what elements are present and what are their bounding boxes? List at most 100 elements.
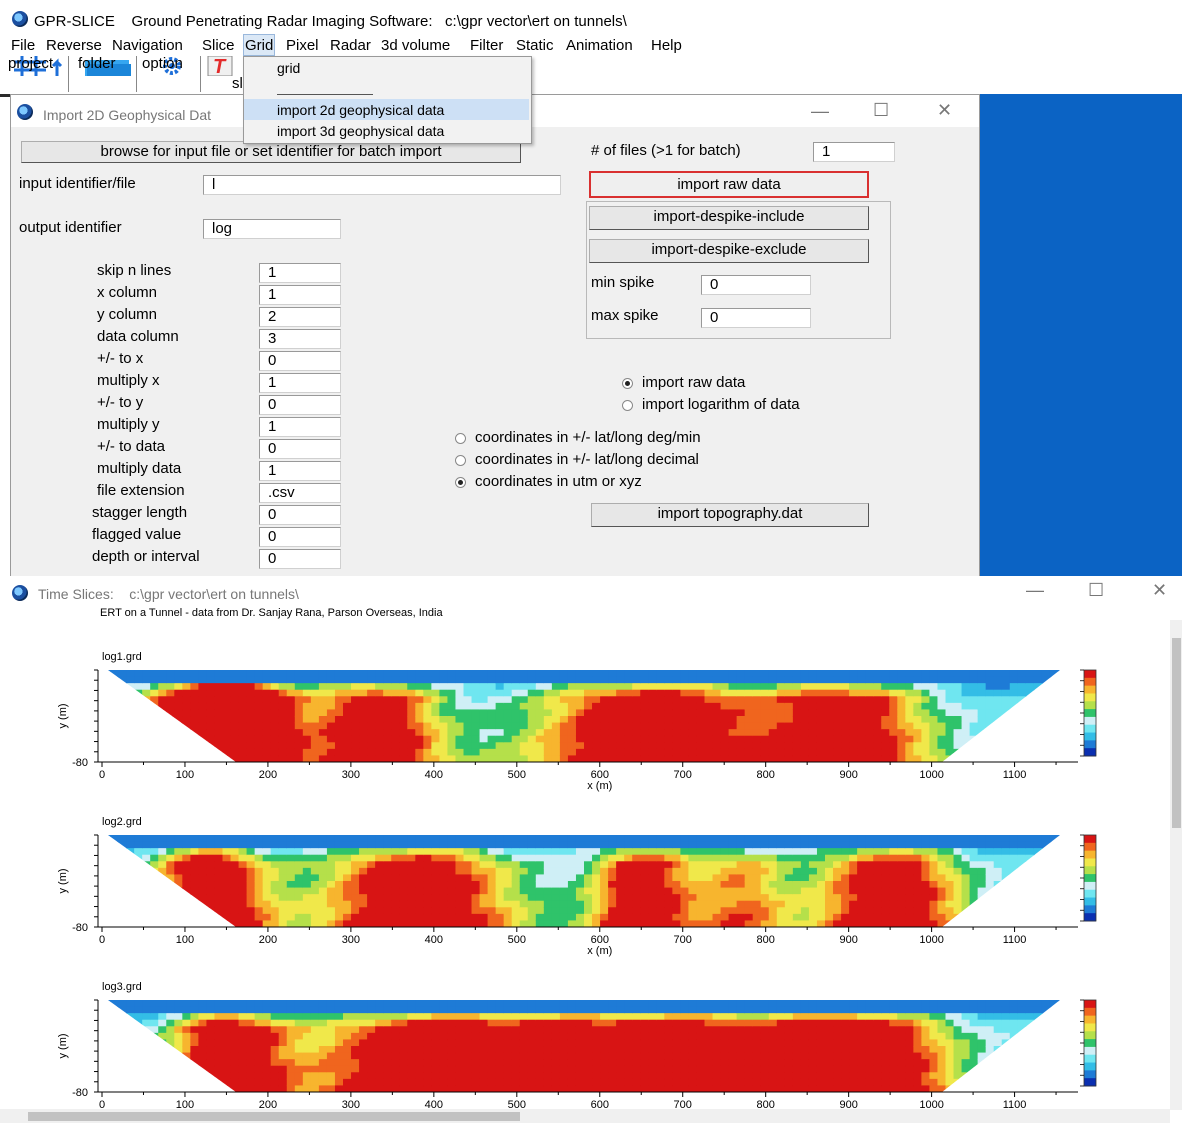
menu-file[interactable]: File — [11, 37, 35, 54]
colorbar-swatch — [1084, 882, 1096, 890]
colorbar-swatch — [1084, 709, 1096, 717]
import-topography-button[interactable]: import topography.dat — [591, 503, 869, 527]
close-icon[interactable]: ✕ — [937, 100, 952, 121]
param-label: data column — [97, 328, 179, 345]
toolbar: project folder option T sl — [0, 56, 1182, 97]
input-identifier-field[interactable]: l — [203, 175, 561, 195]
param-field[interactable]: 1 — [259, 417, 341, 437]
param-field[interactable]: 0 — [259, 439, 341, 459]
ts-maximize-icon[interactable]: ☐ — [1088, 580, 1104, 601]
grid-menu-item-import-2d[interactable]: import 2d geophysical data — [244, 99, 529, 120]
minimize-icon[interactable]: — — [811, 101, 829, 122]
param-field[interactable]: 1 — [259, 285, 341, 305]
files-count-field[interactable]: 1 — [813, 142, 895, 162]
x-tick-label: 1100 — [1003, 769, 1027, 781]
coord-decimal-radio[interactable] — [455, 455, 466, 466]
slice-button[interactable]: T sl — [206, 56, 244, 92]
folder-button[interactable]: folder — [78, 56, 137, 92]
files-count-label: # of files (>1 for batch) — [591, 142, 741, 159]
svg-text:T: T — [213, 56, 227, 76]
app-title-bar: GPR-SLICE Ground Penetrating Radar Imagi… — [0, 0, 1182, 34]
param-field[interactable]: 0 — [259, 527, 341, 547]
menu-slice[interactable]: Slice — [202, 37, 235, 54]
param-label: y column — [97, 306, 157, 323]
param-field[interactable]: 1 — [259, 263, 341, 283]
coord-utm-radio[interactable] — [455, 477, 466, 488]
time-slices-title: Time Slices: c:\gpr vector\ert on tunnel… — [38, 586, 299, 602]
x-tick-label: 300 — [342, 934, 360, 946]
colorbar-swatch — [1084, 913, 1096, 921]
despike-exclude-button[interactable]: import-despike-exclude — [589, 239, 869, 263]
x-axis-label: x (m) — [587, 945, 612, 957]
coord-degmin-label: coordinates in +/- lat/long deg/min — [475, 429, 701, 446]
colorbar-swatch — [1084, 905, 1096, 913]
menu-3d-volume[interactable]: 3d volume — [381, 37, 450, 54]
x-tick-label: 0 — [99, 934, 105, 946]
x-tick-label: 1000 — [919, 769, 943, 781]
colorbar-swatch — [1084, 693, 1096, 701]
param-field[interactable]: 1 — [259, 461, 341, 481]
menu-filter[interactable]: Filter — [470, 37, 503, 54]
grid-menu-item-import-3d[interactable]: import 3d geophysical data — [244, 120, 529, 141]
param-field[interactable]: 0 — [259, 505, 341, 525]
resistivity-section-chart: 010020030040050060070080090010001100-80y… — [0, 817, 1120, 977]
colorbar-swatch — [1084, 686, 1096, 694]
coord-decimal-label: coordinates in +/- lat/long decimal — [475, 451, 699, 468]
vertical-scroll-thumb[interactable] — [1172, 638, 1181, 828]
param-label: skip n lines — [97, 262, 171, 279]
colorbar-swatch — [1084, 733, 1096, 741]
colorbar-swatch — [1084, 1000, 1096, 1008]
import-2d-dialog: Import 2D Geophysical Dat — ☐ ✕ browse f… — [10, 94, 980, 578]
output-identifier-field[interactable]: log — [203, 219, 341, 239]
max-spike-field[interactable]: 0 — [701, 308, 811, 328]
raw-data-radio-label: import raw data — [642, 374, 745, 391]
colorbar-swatch — [1084, 1063, 1096, 1071]
x-tick-label: 500 — [508, 769, 526, 781]
param-field[interactable]: 0 — [259, 351, 341, 371]
param-label: file extension — [97, 482, 185, 499]
horizontal-scroll-thumb[interactable] — [28, 1112, 520, 1121]
param-field[interactable]: 0 — [259, 549, 341, 569]
coord-utm-label: coordinates in utm or xyz — [475, 473, 642, 490]
colorbar-swatch — [1084, 866, 1096, 874]
option-button[interactable]: option — [142, 56, 201, 92]
raw-data-radio[interactable] — [622, 378, 633, 389]
x-tick-label: 200 — [259, 934, 277, 946]
import-raw-data-button[interactable]: import raw data — [589, 171, 869, 198]
param-field[interactable]: .csv — [259, 483, 341, 503]
x-tick-label: 100 — [176, 769, 194, 781]
param-field[interactable]: 1 — [259, 373, 341, 393]
menu-navigation[interactable]: Navigation — [112, 37, 183, 54]
param-field[interactable]: 0 — [259, 395, 341, 415]
input-identifier-label: input identifier/file — [19, 175, 136, 192]
y-axis-label: y (m) — [57, 868, 69, 893]
maximize-icon[interactable]: ☐ — [873, 100, 889, 121]
coord-degmin-radio[interactable] — [455, 433, 466, 444]
menu-help[interactable]: Help — [651, 37, 682, 54]
min-spike-label: min spike — [591, 274, 654, 291]
y-tick-label: -80 — [72, 757, 88, 769]
log-data-radio[interactable] — [622, 400, 633, 411]
resistivity-section-chart: 010020030040050060070080090010001100-80y… — [0, 652, 1120, 812]
colorbar-swatch — [1084, 858, 1096, 866]
ts-minimize-icon[interactable]: — — [1026, 580, 1044, 601]
project-button[interactable]: project — [8, 56, 69, 92]
min-spike-field[interactable]: 0 — [701, 275, 811, 295]
param-field[interactable]: 3 — [259, 329, 341, 349]
menu-radar[interactable]: Radar — [330, 37, 371, 54]
menu-pixel[interactable]: Pixel — [286, 37, 319, 54]
despike-include-button[interactable]: import-despike-include — [589, 206, 869, 230]
colorbar-swatch — [1084, 1047, 1096, 1055]
colorbar-swatch — [1084, 1016, 1096, 1024]
browse-button[interactable]: browse for input file or set identifier … — [21, 141, 521, 163]
menu-reverse[interactable]: Reverse — [46, 37, 102, 54]
menu-static[interactable]: Static — [516, 37, 554, 54]
param-label: depth or interval — [92, 548, 200, 565]
ts-close-icon[interactable]: ✕ — [1152, 580, 1167, 601]
param-field[interactable]: 2 — [259, 307, 341, 327]
x-axis-label: x (m) — [587, 780, 612, 792]
menu-grid[interactable]: Grid — [244, 35, 274, 55]
dialog-logo-icon — [17, 104, 33, 120]
grid-menu-item-grid[interactable]: grid — [244, 57, 529, 78]
menu-animation[interactable]: Animation — [566, 37, 633, 54]
